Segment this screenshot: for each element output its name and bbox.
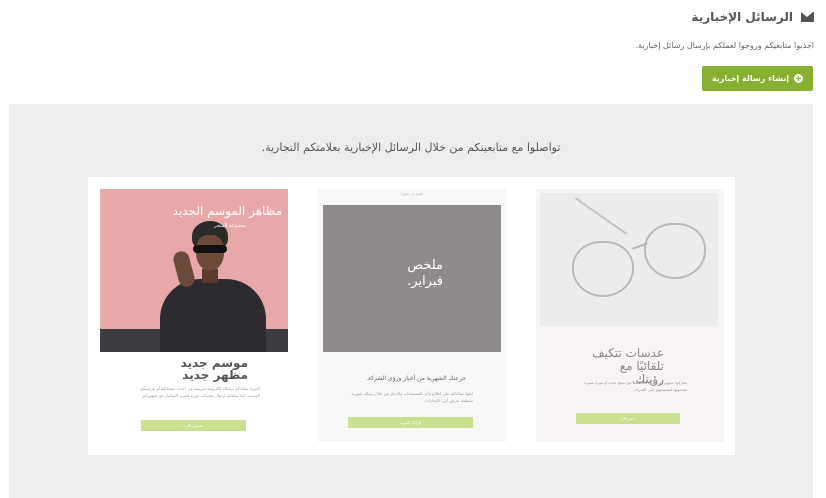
digest-body-text: ابقوا عملاءكم على اطلاع بآخر المستجدات و… bbox=[351, 391, 473, 403]
create-newsletter-button[interactable]: إنشاء رسالة إخبارية bbox=[702, 66, 813, 91]
intro-heading: تواصلوا مع متابعينكم من خلال الرسائل الإ… bbox=[261, 141, 561, 154]
plus-circle-icon bbox=[794, 74, 804, 83]
digest-topbar: لجديد عن متجرنا bbox=[401, 192, 423, 196]
page-subtitle: اجذبوا متابعيكم وروجوا لعملكم بإرسال رسا… bbox=[635, 41, 815, 50]
page-title: الرسائل الإخبارية bbox=[691, 10, 793, 24]
fashion-overlay-subtitle: مجموعة المتجر bbox=[214, 223, 246, 229]
digest-image-text: ملخص فبراير. bbox=[407, 258, 443, 289]
fashion-photo: مظاهر الموسم الجديد مجموعة المتجر bbox=[100, 189, 288, 352]
newsletter-intro-panel: تواصلوا مع متابعينكم من خلال الرسائل الإ… bbox=[9, 104, 813, 498]
create-newsletter-label: إنشاء رسالة إخبارية bbox=[711, 74, 790, 83]
digest-cta-button: قراءة المزيد bbox=[348, 417, 473, 428]
glasses-body-text: شاركوا جمهوركم رسالة مخصصة عن منتج جديد … bbox=[584, 380, 687, 392]
fashion-overlay-title: مظاهر الموسم الجديد bbox=[172, 204, 282, 218]
envelope-icon bbox=[801, 12, 814, 22]
template-glasses: عدسات تتكيف تلقائيًا مع رؤيتك. شاركوا جم… bbox=[536, 189, 724, 442]
digest-headline: جرعتك الشهرية من أخبار ورؤى الشركة. bbox=[365, 375, 466, 382]
fashion-body-text: أخبروا عملاءكم برسالة إلكترونية تعريفية … bbox=[140, 386, 260, 398]
glasses-photo bbox=[540, 193, 718, 326]
template-fashion: مظاهر الموسم الجديد مجموعة المتجر موسم ج… bbox=[100, 189, 288, 442]
digest-image: ملخص فبراير. bbox=[323, 205, 501, 352]
templates-preview: مظاهر الموسم الجديد مجموعة المتجر موسم ج… bbox=[88, 177, 735, 455]
fashion-cta-button: تسوق الآن bbox=[141, 420, 246, 431]
glasses-cta-button: اشتر الآن bbox=[576, 413, 680, 424]
template-digest: لجديد عن متجرنا ملخص فبراير. جرعتك الشهر… bbox=[318, 189, 506, 442]
page-header: الرسائل الإخبارية bbox=[691, 10, 814, 24]
fashion-headline: موسم جديد مظهر جديد bbox=[180, 356, 248, 382]
